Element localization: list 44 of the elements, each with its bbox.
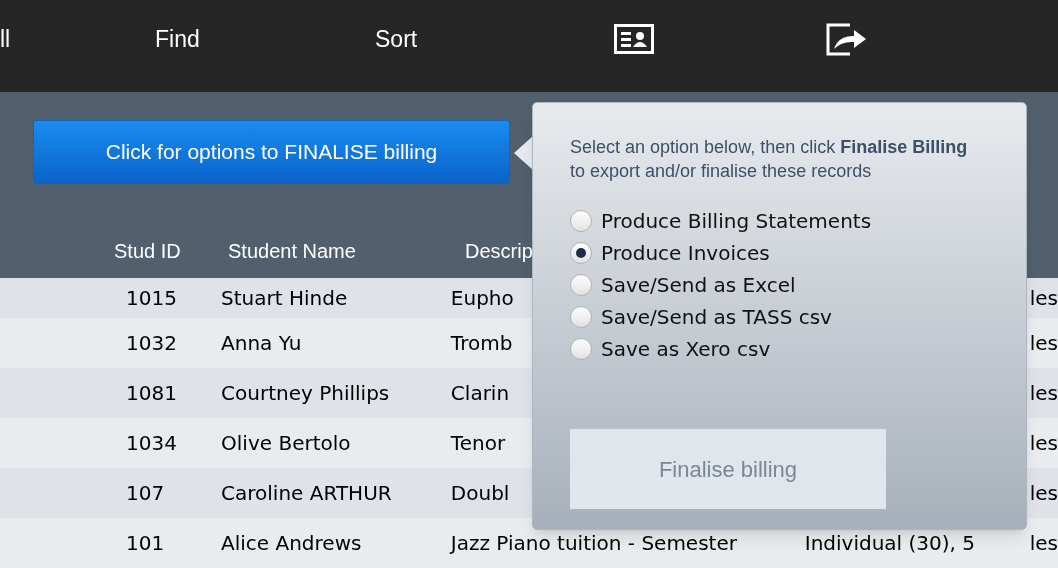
table-cell-text: les [1029,285,1058,312]
radio-button[interactable] [570,338,592,360]
radio-option[interactable]: Produce Invoices [570,237,996,269]
table-cell: Clarin [450,381,510,405]
share-icon[interactable] [826,22,868,56]
id-card-icon[interactable] [614,24,654,54]
table-cell: Jazz Piano tuition - Semester [450,531,737,555]
table-cell-text: Courtney Phillips [221,380,391,407]
table-cell-text: 1015 [126,285,178,312]
instructions-text: Select an option below, then click Finalise Billing to export and/or finalise these records [570,136,969,183]
table-cell: Individual (30), 5 [804,531,976,555]
table-cell: Eupho [450,286,514,310]
table-cell-text: Alice Andrews [221,530,363,557]
table-cell-text: les [1029,380,1058,407]
table-cell-text: Caroline ARTHUR [221,480,393,507]
radio-option[interactable]: Save as Xero csv [570,333,996,365]
table-cell: Doubl [450,481,510,505]
table-cell-text: les [1029,480,1058,507]
table-cell-text: 101 [126,530,166,557]
column-header[interactable]: Student Name [228,236,465,266]
radio-button[interactable] [570,242,592,264]
finalise-options-button[interactable]: Click for options to FINALISE billing [33,120,510,184]
table-cell-text: les [1029,530,1058,557]
toolbar-button[interactable]: Find [155,21,200,57]
table-cell: Tenor [450,431,506,455]
radio-button[interactable] [570,210,592,232]
radio-option[interactable]: Save/Send as TASS csv [570,301,996,333]
table-cell-text: 1034 [126,430,178,457]
radio-option[interactable]: Produce Billing Statements [570,205,996,237]
column-header[interactable]: Stud ID [114,236,228,266]
table-cell-text: 1081 [126,380,178,407]
radio-option[interactable]: Save/Send as Excel [570,269,996,301]
radio-button[interactable] [570,306,592,328]
table-cell-text: 1032 [126,330,178,357]
toolbar-button[interactable]: Sort [375,21,418,57]
toolbar-button[interactable]: ll [0,21,11,57]
table-cell-text: les [1029,330,1058,357]
table-cell-text: Stuart Hinde [221,285,349,312]
table-cell: Tromb [450,331,513,355]
table-cell-text: les [1029,430,1058,457]
table-cell-text: Olive Bertolo [221,430,352,457]
table-cell-text: 107 [126,480,166,507]
table-cell-text: Anna Yu [221,330,303,357]
radio-button[interactable] [570,274,592,296]
